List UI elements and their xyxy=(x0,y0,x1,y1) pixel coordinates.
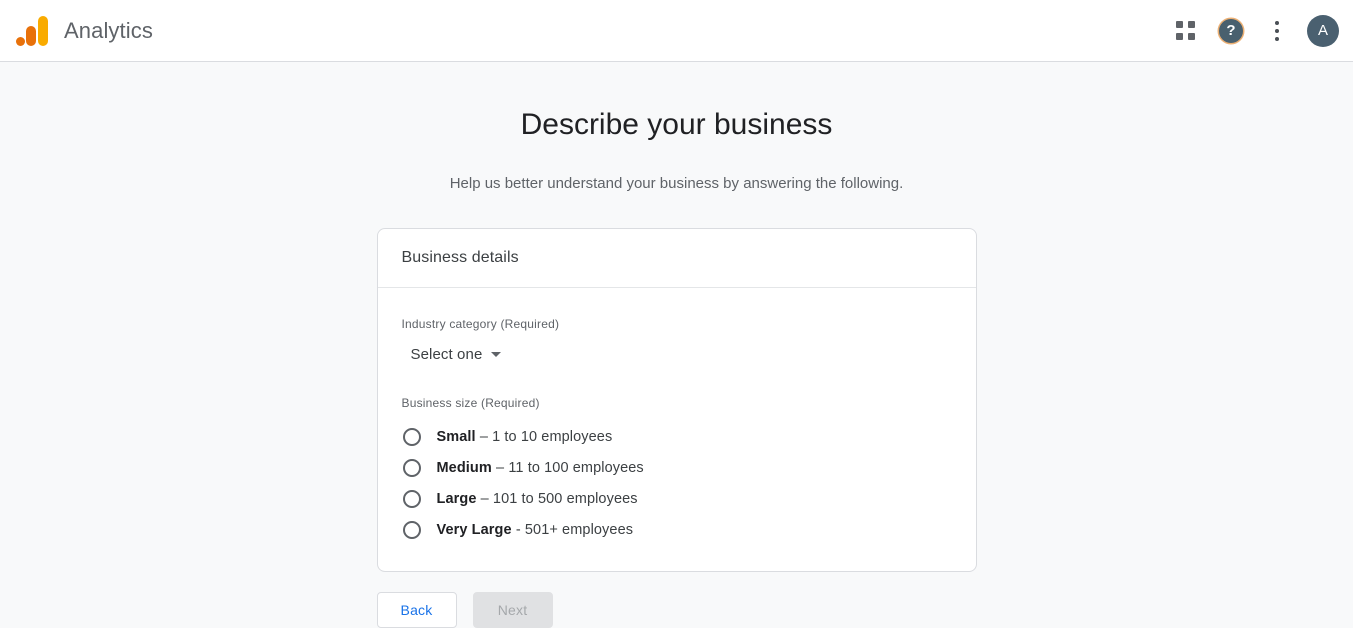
form-actions: Back Next xyxy=(376,592,977,628)
radio-option-small[interactable]: Small – 1 to 10 employees xyxy=(402,421,952,452)
more-options-button[interactable] xyxy=(1255,9,1299,53)
radio-icon[interactable] xyxy=(402,520,421,539)
industry-category-label: Industry category (Required) xyxy=(401,317,560,331)
card-body: Industry category (Required) Select one … xyxy=(378,288,976,571)
card-header: Business details xyxy=(377,229,976,288)
radio-label-detail: – 11 to 100 employees xyxy=(496,459,644,476)
radio-option-large[interactable]: Large – 101 to 500 employees xyxy=(402,483,952,514)
next-button[interactable]: Next xyxy=(472,592,553,628)
radio-label: Small – 1 to 10 employees xyxy=(437,429,613,445)
business-size-label: Business size (Required) xyxy=(401,396,540,410)
radio-label: Very Large - 501+ employees xyxy=(437,522,634,538)
apps-grid-icon xyxy=(1175,21,1195,40)
radio-label-detail: – 1 to 10 employees xyxy=(479,428,613,445)
radio-icon[interactable] xyxy=(402,427,421,446)
main-content: Describe your business Help us better un… xyxy=(0,62,1353,628)
page-title: Describe your business xyxy=(520,108,833,141)
radio-icon[interactable] xyxy=(402,489,421,508)
chevron-down-icon xyxy=(491,352,502,357)
brand[interactable]: Analytics xyxy=(14,14,153,48)
header-actions: ? A xyxy=(1163,9,1339,53)
radio-label-name: Large xyxy=(436,490,477,507)
back-button[interactable]: Back xyxy=(376,592,457,628)
radio-label-name: Small xyxy=(436,428,476,445)
apps-button[interactable] xyxy=(1163,9,1207,53)
business-size-radio-group: Small – 1 to 10 employees Medium – 11 to… xyxy=(402,421,952,545)
industry-category-dropdown[interactable]: Select one xyxy=(411,346,502,363)
more-vert-icon xyxy=(1275,20,1279,41)
app-header: Analytics ? A xyxy=(0,0,1353,62)
radio-label-detail: - 501+ employees xyxy=(515,521,634,538)
radio-option-medium[interactable]: Medium – 11 to 100 employees xyxy=(402,452,952,483)
card-header-title: Business details xyxy=(401,249,519,266)
avatar[interactable]: A xyxy=(1307,14,1339,47)
industry-category-value: Select one xyxy=(410,346,483,363)
google-analytics-logo-icon xyxy=(16,14,48,48)
help-button[interactable]: ? xyxy=(1209,9,1253,53)
brand-title: Analytics xyxy=(64,17,153,43)
radio-label-detail: – 101 to 500 employees xyxy=(480,490,638,507)
radio-label-name: Medium xyxy=(436,459,492,476)
radio-label: Large – 101 to 500 employees xyxy=(437,491,638,507)
radio-label: Medium – 11 to 100 employees xyxy=(437,460,644,476)
business-details-card: Business details Industry category (Requ… xyxy=(376,228,977,572)
radio-label-name: Very Large xyxy=(436,521,512,538)
help-question-icon: ? xyxy=(1219,18,1243,43)
radio-option-very-large[interactable]: Very Large - 501+ employees xyxy=(402,514,952,545)
page-subtitle: Help us better understand your business … xyxy=(449,175,904,192)
radio-icon[interactable] xyxy=(402,458,421,477)
